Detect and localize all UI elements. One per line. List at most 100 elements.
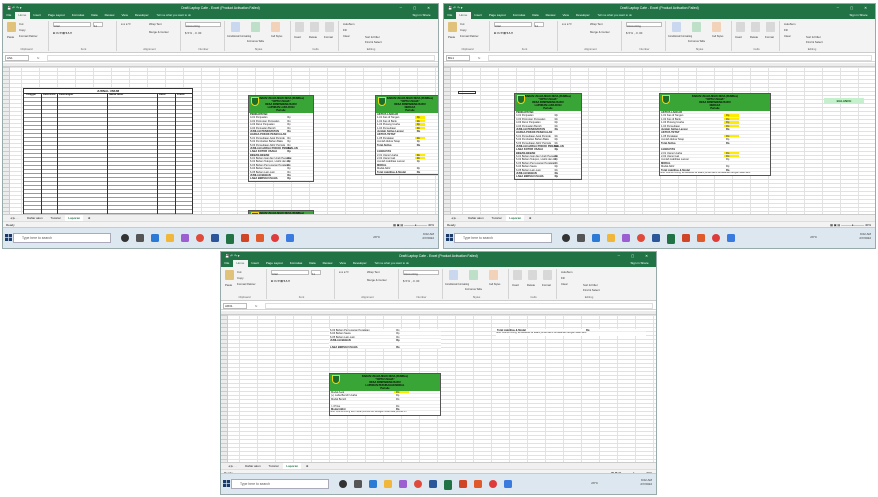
insert-icon[interactable] [513,270,522,280]
format-table-icon[interactable] [251,22,260,32]
format-icon[interactable] [325,22,334,32]
chrome-icon[interactable] [196,234,204,242]
format-table-icon[interactable] [692,22,701,32]
file-explorer-icon[interactable] [384,480,392,488]
format-icon[interactable] [766,22,775,32]
file-explorer-icon[interactable] [166,234,174,242]
windows-start-icon[interactable] [446,234,453,241]
align-icons[interactable]: ≡ ≡ ≡ ↻ [339,269,349,275]
cell-styles-button[interactable]: Cell Styles [712,34,723,40]
format-as-table-button[interactable]: Format as Table [465,287,482,293]
powerpoint-icon[interactable] [241,234,249,242]
app-icon[interactable] [181,234,189,242]
system-clock[interactable]: 9:02 AM 2/7/2022 [422,232,434,240]
tab-developer[interactable]: Developer [572,12,593,19]
tab-file[interactable]: File [444,12,456,19]
system-clock[interactable]: 9:02 AM 2/7/2022 [859,232,871,240]
task-view-icon[interactable] [354,480,362,488]
bold-italic-underline-icons[interactable]: B I U ▾ ⊞ ▾ A ▾ [271,278,290,284]
format-button[interactable]: Format [542,282,551,288]
tab-home[interactable]: Home [455,12,471,19]
tab-home[interactable]: Home [232,260,248,267]
tab-data[interactable]: Data [88,12,101,19]
merge-center-button[interactable]: Merge & Center [149,29,169,35]
insert-icon[interactable] [736,22,745,32]
tab-formulas[interactable]: Formulas [509,12,529,19]
tell-me-input[interactable]: Tell me what you want to do [153,12,195,19]
weather-text[interactable]: 29°C [591,481,598,485]
task-view-icon[interactable] [577,234,585,242]
tab-developer[interactable]: Developer [349,260,370,267]
tab-page-layout[interactable]: Page Layout [485,12,509,19]
number-icons[interactable]: $ ▾ % , .0 .00 [403,278,419,284]
chrome-icon[interactable] [414,480,422,488]
word-icon[interactable] [652,234,660,242]
tab-file[interactable]: File [3,12,15,19]
office-icon[interactable] [474,480,482,488]
sign-in-share[interactable]: Sign in Share [627,260,652,267]
find-select-button[interactable]: Find & Select [806,39,823,45]
taskbar-search-input[interactable]: Type here to search [13,233,111,243]
cell-styles-button[interactable]: Cell Styles [489,282,500,288]
office-icon[interactable] [256,234,264,242]
paste-icon[interactable] [448,22,457,32]
clear-button[interactable]: Clear [561,281,568,287]
insert-button[interactable]: Insert [735,34,742,40]
edge-icon[interactable] [592,234,600,242]
font-size-box[interactable]: 11 [311,270,321,276]
tab-review[interactable]: Review [101,12,118,19]
format-button[interactable]: Format [324,34,333,40]
sign-in-share[interactable]: Sign in Share [846,12,871,19]
wrap-text-button[interactable]: Wrap Text [149,21,162,27]
tab-insert[interactable]: Insert [248,260,263,267]
tab-home[interactable]: Home [14,12,30,19]
zoom-app-icon[interactable] [286,234,294,242]
task-view-icon[interactable] [136,234,144,242]
merge-center-button[interactable]: Merge & Center [590,29,610,35]
formula-input[interactable] [47,55,435,61]
fx-icon[interactable]: fx [478,55,480,62]
sheet-grid[interactable]: JURNAL UMUM Tanggal Reference Keterangan Nam… [3,63,438,214]
name-box[interactable]: BG1 [446,55,470,61]
format-painter-button[interactable]: Format Painter [19,33,38,39]
font-name-box[interactable]: Arial [271,270,309,276]
paste-icon[interactable] [7,22,16,32]
office-icon[interactable] [697,234,705,242]
find-select-button[interactable]: Find & Select [583,287,600,293]
window-controls[interactable]: ─ ▢ ✕ [618,252,653,260]
word-icon[interactable] [211,234,219,242]
report-row[interactable]: LABA BERSIH USAHA Rp [329,346,441,350]
window-controls[interactable]: ─ ▢ ✕ [400,4,435,12]
number-format-box[interactable]: Accounting [403,270,439,276]
tell-me-input[interactable]: Tell me what you want to do [594,12,636,19]
insert-button[interactable]: Insert [294,34,301,40]
tab-review[interactable]: Review [542,12,559,19]
opera-icon[interactable] [712,234,720,242]
clear-button[interactable]: Clear [784,33,791,39]
format-painter-button[interactable]: Format Painter [237,281,256,287]
zoom-app-icon[interactable] [727,234,735,242]
excel-taskbar-icon[interactable] [226,234,234,242]
tab-review[interactable]: Review [319,260,336,267]
format-button[interactable]: Format [765,34,774,40]
tab-page-layout[interactable]: Page Layout [262,260,286,267]
cell-styles-button[interactable]: Cell Styles [271,34,282,40]
paste-button[interactable]: Paste [225,282,232,288]
edge-icon[interactable] [151,234,159,242]
font-size-box[interactable]: 11 [534,22,544,28]
format-as-table-button[interactable]: Format as Table [247,39,264,45]
sheet-grid[interactable]: Saldo BADAN USAHA MILIK DESA (BUMDes)"CI… [444,63,875,214]
journal-table[interactable]: JURNAL UMUM Tanggal Reference Keterangan Nam… [23,88,193,214]
format-as-table-button[interactable]: Format as Table [688,39,705,45]
taskbar-search-input[interactable]: Type here to search [231,479,329,489]
opera-icon[interactable] [271,234,279,242]
column-headers[interactable] [3,63,438,67]
sheet-grid[interactable]: 6-03 Beban Penyusutan Peralatan Rp 6-04 Be… [221,311,656,462]
report-row[interactable]: Modal Akhir Rp [330,408,440,412]
weather-text[interactable]: 29°C [810,235,817,239]
row-headers[interactable] [221,315,228,462]
tab-view[interactable]: View [336,260,349,267]
report-row[interactable]: LABA BERSIH USAHA Rp [249,177,313,181]
cell-styles-icon[interactable] [271,22,280,32]
wrap-text-button[interactable]: Wrap Text [590,21,603,27]
